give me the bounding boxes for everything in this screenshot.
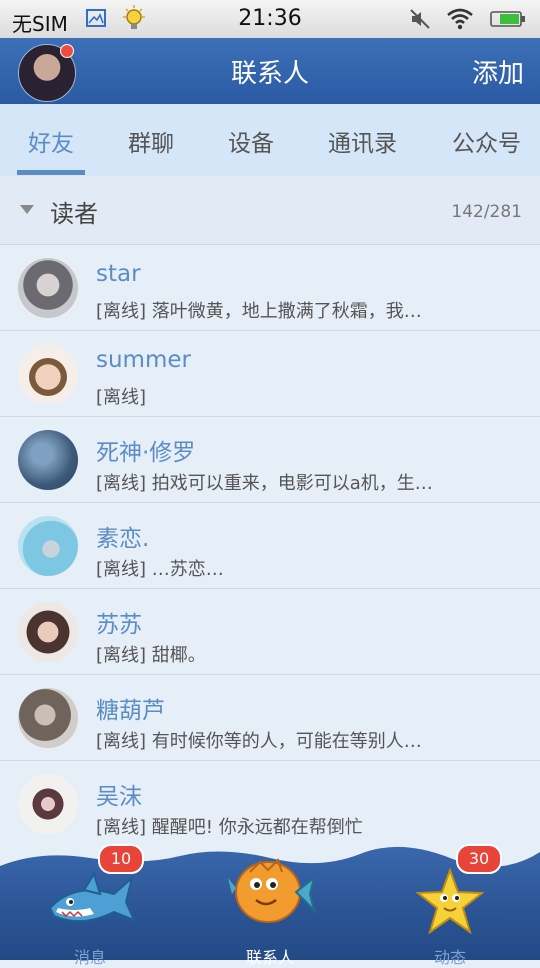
- tab-friends[interactable]: 好友: [28, 124, 74, 158]
- contact-name: 素恋.: [96, 526, 150, 552]
- contact-list: star [离线] 落叶微黄，地上撒满了秋霜，我… summer [离线] 死神…: [0, 245, 540, 847]
- contact-row[interactable]: star [离线] 落叶微黄，地上撒满了秋霜，我…: [0, 245, 540, 331]
- starfish-icon: [416, 868, 484, 935]
- wifi-icon: [447, 8, 473, 30]
- app-header: 联系人 添加: [0, 38, 540, 104]
- contact-avatar: [18, 258, 78, 318]
- contact-avatar: [18, 344, 78, 404]
- page-title: 联系人: [230, 59, 309, 89]
- contact-status: [离线]: [96, 387, 147, 408]
- contact-avatar: [18, 774, 78, 834]
- contact-avatar: [18, 688, 78, 748]
- nav-moments-label: 动态: [433, 948, 466, 967]
- status-bar: 无SIM 21:36: [0, 0, 540, 39]
- contact-name: summer: [96, 347, 191, 373]
- active-tab-indicator: [17, 170, 85, 175]
- contact-name: 糖葫芦: [96, 698, 165, 724]
- contact-status: [离线] …苏恋…: [96, 559, 224, 580]
- contact-avatar: [18, 602, 78, 662]
- contact-status: [离线] 甜椰。: [96, 645, 206, 666]
- contact-avatar: [18, 430, 78, 490]
- contact-row[interactable]: summer [离线]: [0, 331, 540, 417]
- nav-messages[interactable]: 消息: [0, 860, 180, 967]
- group-online-count: 142/281: [451, 202, 522, 222]
- nav-contacts-label: 联系人: [245, 948, 294, 967]
- contact-status: [离线] 拍戏可以重来，电影可以a机，生…: [96, 473, 433, 494]
- contact-name: star: [96, 261, 141, 287]
- shark-icon: [48, 871, 136, 923]
- tab-official-accounts[interactable]: 公众号: [452, 124, 521, 158]
- contact-row[interactable]: 素恋. [离线] …苏恋…: [0, 503, 540, 589]
- contact-name: 吴沫: [96, 784, 142, 810]
- contact-name: 死神·修罗: [96, 440, 196, 466]
- moments-badge: 30: [456, 844, 502, 874]
- messages-badge: 10: [98, 844, 144, 874]
- tab-bar: 好友 群聊 设备 通讯录 公众号: [0, 104, 540, 177]
- mute-icon: [410, 9, 430, 29]
- tab-devices[interactable]: 设备: [228, 124, 274, 158]
- contact-row[interactable]: 死神·修罗 [离线] 拍戏可以重来，电影可以a机，生…: [0, 417, 540, 503]
- group-name: 读者: [50, 200, 98, 228]
- nav-moments[interactable]: 动态: [360, 860, 540, 967]
- add-button[interactable]: 添加: [472, 53, 524, 90]
- nav-messages-label: 消息: [73, 948, 106, 967]
- bottom-navigation: 消息 10 联系人 动态 30: [0, 844, 540, 967]
- contact-row[interactable]: 吴沫 [离线] 醒醒吧! 你永远都在帮倒忙: [0, 761, 540, 847]
- contact-status: [离线] 有时候你等的人，可能在等别人…: [96, 731, 422, 752]
- contact-row[interactable]: 糖葫芦 [离线] 有时候你等的人，可能在等别人…: [0, 675, 540, 761]
- contact-status: [离线] 醒醒吧! 你永远都在帮倒忙: [96, 817, 363, 838]
- collapse-arrow-icon: [20, 205, 34, 214]
- contact-name: 苏苏: [96, 612, 142, 638]
- group-header[interactable]: 读者 142/281: [0, 176, 540, 245]
- battery-icon: [490, 11, 525, 27]
- contact-avatar: [18, 516, 78, 576]
- tab-address-book[interactable]: 通讯录: [328, 124, 397, 158]
- fish-icon: [228, 858, 316, 923]
- tab-groups[interactable]: 群聊: [128, 124, 174, 158]
- contact-row[interactable]: 苏苏 [离线] 甜椰。: [0, 589, 540, 675]
- nav-contacts[interactable]: 联系人: [180, 858, 360, 967]
- contact-status: [离线] 落叶微黄，地上撒满了秋霜，我…: [96, 301, 422, 322]
